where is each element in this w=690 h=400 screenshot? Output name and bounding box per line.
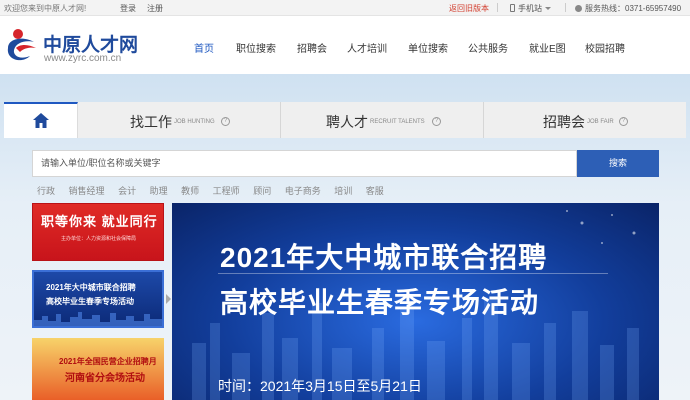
hotline-text: 服务热线：0371-65957490: [585, 4, 682, 13]
welcome-text: 欢迎您来到中原人才网!: [4, 4, 87, 13]
banner-date: 时间：2021年3月15日至5月21日: [218, 378, 422, 394]
nav-public-service[interactable]: 公共服务: [468, 40, 508, 55]
caret-down-icon: [545, 7, 551, 10]
tab-recruit-talents[interactable]: 聘人才 RECRUIT TALENTS ?: [281, 102, 484, 138]
tab-recruit-label: 聘人才: [326, 114, 368, 130]
nav-campus-recruit[interactable]: 校园招聘: [585, 40, 625, 55]
hot-keyword[interactable]: 教师: [181, 186, 199, 196]
phone-icon: [510, 4, 515, 12]
hot-keyword[interactable]: 行政: [37, 186, 55, 196]
hot-keywords: 行政 销售经理 会计 助理 教师 工程师 顾问 电子商务 培训 客服: [37, 184, 395, 197]
search-button[interactable]: 搜索: [577, 150, 659, 177]
tab-home[interactable]: [4, 102, 78, 138]
hotline: 服务热线：0371-65957490: [575, 3, 681, 14]
tab-job-fair-label: 招聘会: [543, 114, 585, 130]
tab-job-hunting-sub: JOB HUNTING: [174, 119, 215, 125]
hot-keyword[interactable]: 销售经理: [69, 186, 105, 196]
hot-keyword[interactable]: 顾问: [253, 186, 271, 196]
tab-job-fair-sub: JOB FAIR: [587, 119, 614, 125]
divider: [497, 3, 498, 12]
mobile-site-link[interactable]: 手机站: [510, 3, 551, 14]
main-banner[interactable]: 2021年大中城市联合招聘 高校毕业生春季专场活动 时间：2021年3月15日至…: [172, 203, 659, 400]
ad-subtitle: 主办单位：人力资源和社会保障局: [61, 236, 137, 242]
hot-keyword[interactable]: 助理: [150, 186, 168, 196]
nav-job-search[interactable]: 职位搜索: [236, 40, 276, 55]
hot-keyword[interactable]: 工程师: [213, 186, 240, 196]
tab-job-fair[interactable]: 招聘会 JOB FAIR ?: [484, 102, 686, 138]
logo-mark-icon[interactable]: [4, 26, 40, 64]
banner-subheadline: 高校毕业生春季专场活动: [220, 287, 540, 318]
help-icon[interactable]: ?: [432, 117, 441, 126]
banner-headline: 2021年大中城市联合招聘: [220, 242, 548, 273]
mobile-site-label: 手机站: [518, 4, 542, 13]
logo-url: www.zyrc.com.cn: [44, 53, 122, 64]
nav-company-search[interactable]: 单位搜索: [408, 40, 448, 55]
nav-job-fair[interactable]: 招聘会: [297, 40, 327, 55]
nav-employment-map[interactable]: 就业E图: [529, 40, 566, 55]
side-ad-3[interactable]: 2021年全国民营企业招聘月 河南省分会场活动: [32, 338, 164, 400]
banner-divider: [218, 273, 608, 274]
hot-keyword[interactable]: 客服: [366, 186, 384, 196]
login-link[interactable]: 登录: [120, 3, 136, 14]
side-ad-1[interactable]: 职等你来 就业同行 主办单位：人力资源和社会保障局: [32, 203, 164, 261]
help-icon[interactable]: ?: [221, 117, 230, 126]
nav-home[interactable]: 首页: [194, 40, 214, 55]
divider: [565, 3, 566, 12]
old-version-link[interactable]: 返回旧版本: [449, 3, 489, 14]
side-ad-2[interactable]: 2021年大中城市联合招聘 高校毕业生春季专场活动: [32, 270, 164, 328]
nav-talent-training[interactable]: 人才培训: [347, 40, 387, 55]
hot-keyword[interactable]: 电子商务: [285, 186, 321, 196]
register-link[interactable]: 注册: [147, 3, 163, 14]
ad-line1: 2021年全国民营企业招聘月: [59, 357, 157, 366]
hot-keyword[interactable]: 会计: [118, 186, 136, 196]
top-bar: 欢迎您来到中原人才网! 登录 注册 返回旧版本 手机站 服务热线：0371-65…: [0, 0, 690, 16]
tab-job-hunting[interactable]: 找工作 JOB HUNTING ?: [78, 102, 281, 138]
search-input[interactable]: 请输入单位/职位名称或关键字: [32, 150, 577, 177]
tab-recruit-sub: RECRUIT TALENTS: [370, 119, 425, 125]
hot-keyword[interactable]: 培训: [334, 186, 352, 196]
tab-job-hunting-label: 找工作: [130, 114, 172, 130]
home-icon: [33, 113, 49, 128]
ad-line1: 2021年大中城市联合招聘: [46, 283, 136, 292]
help-icon[interactable]: ?: [619, 117, 628, 126]
ad-title: 职等你来 就业同行: [41, 214, 158, 229]
header: 中原人才网 www.zyrc.com.cn 首页 职位搜索 招聘会 人才培训 单…: [0, 16, 690, 74]
carousel-arrow-icon[interactable]: [166, 294, 171, 304]
telephone-icon: [575, 5, 582, 12]
search-tabs: 找工作 JOB HUNTING ? 聘人才 RECRUIT TALENTS ? …: [4, 102, 686, 138]
ad-line2: 高校毕业生春季专场活动: [46, 297, 134, 306]
skyline-graphic: [34, 312, 162, 326]
ad-line2: 河南省分会场活动: [65, 373, 145, 384]
